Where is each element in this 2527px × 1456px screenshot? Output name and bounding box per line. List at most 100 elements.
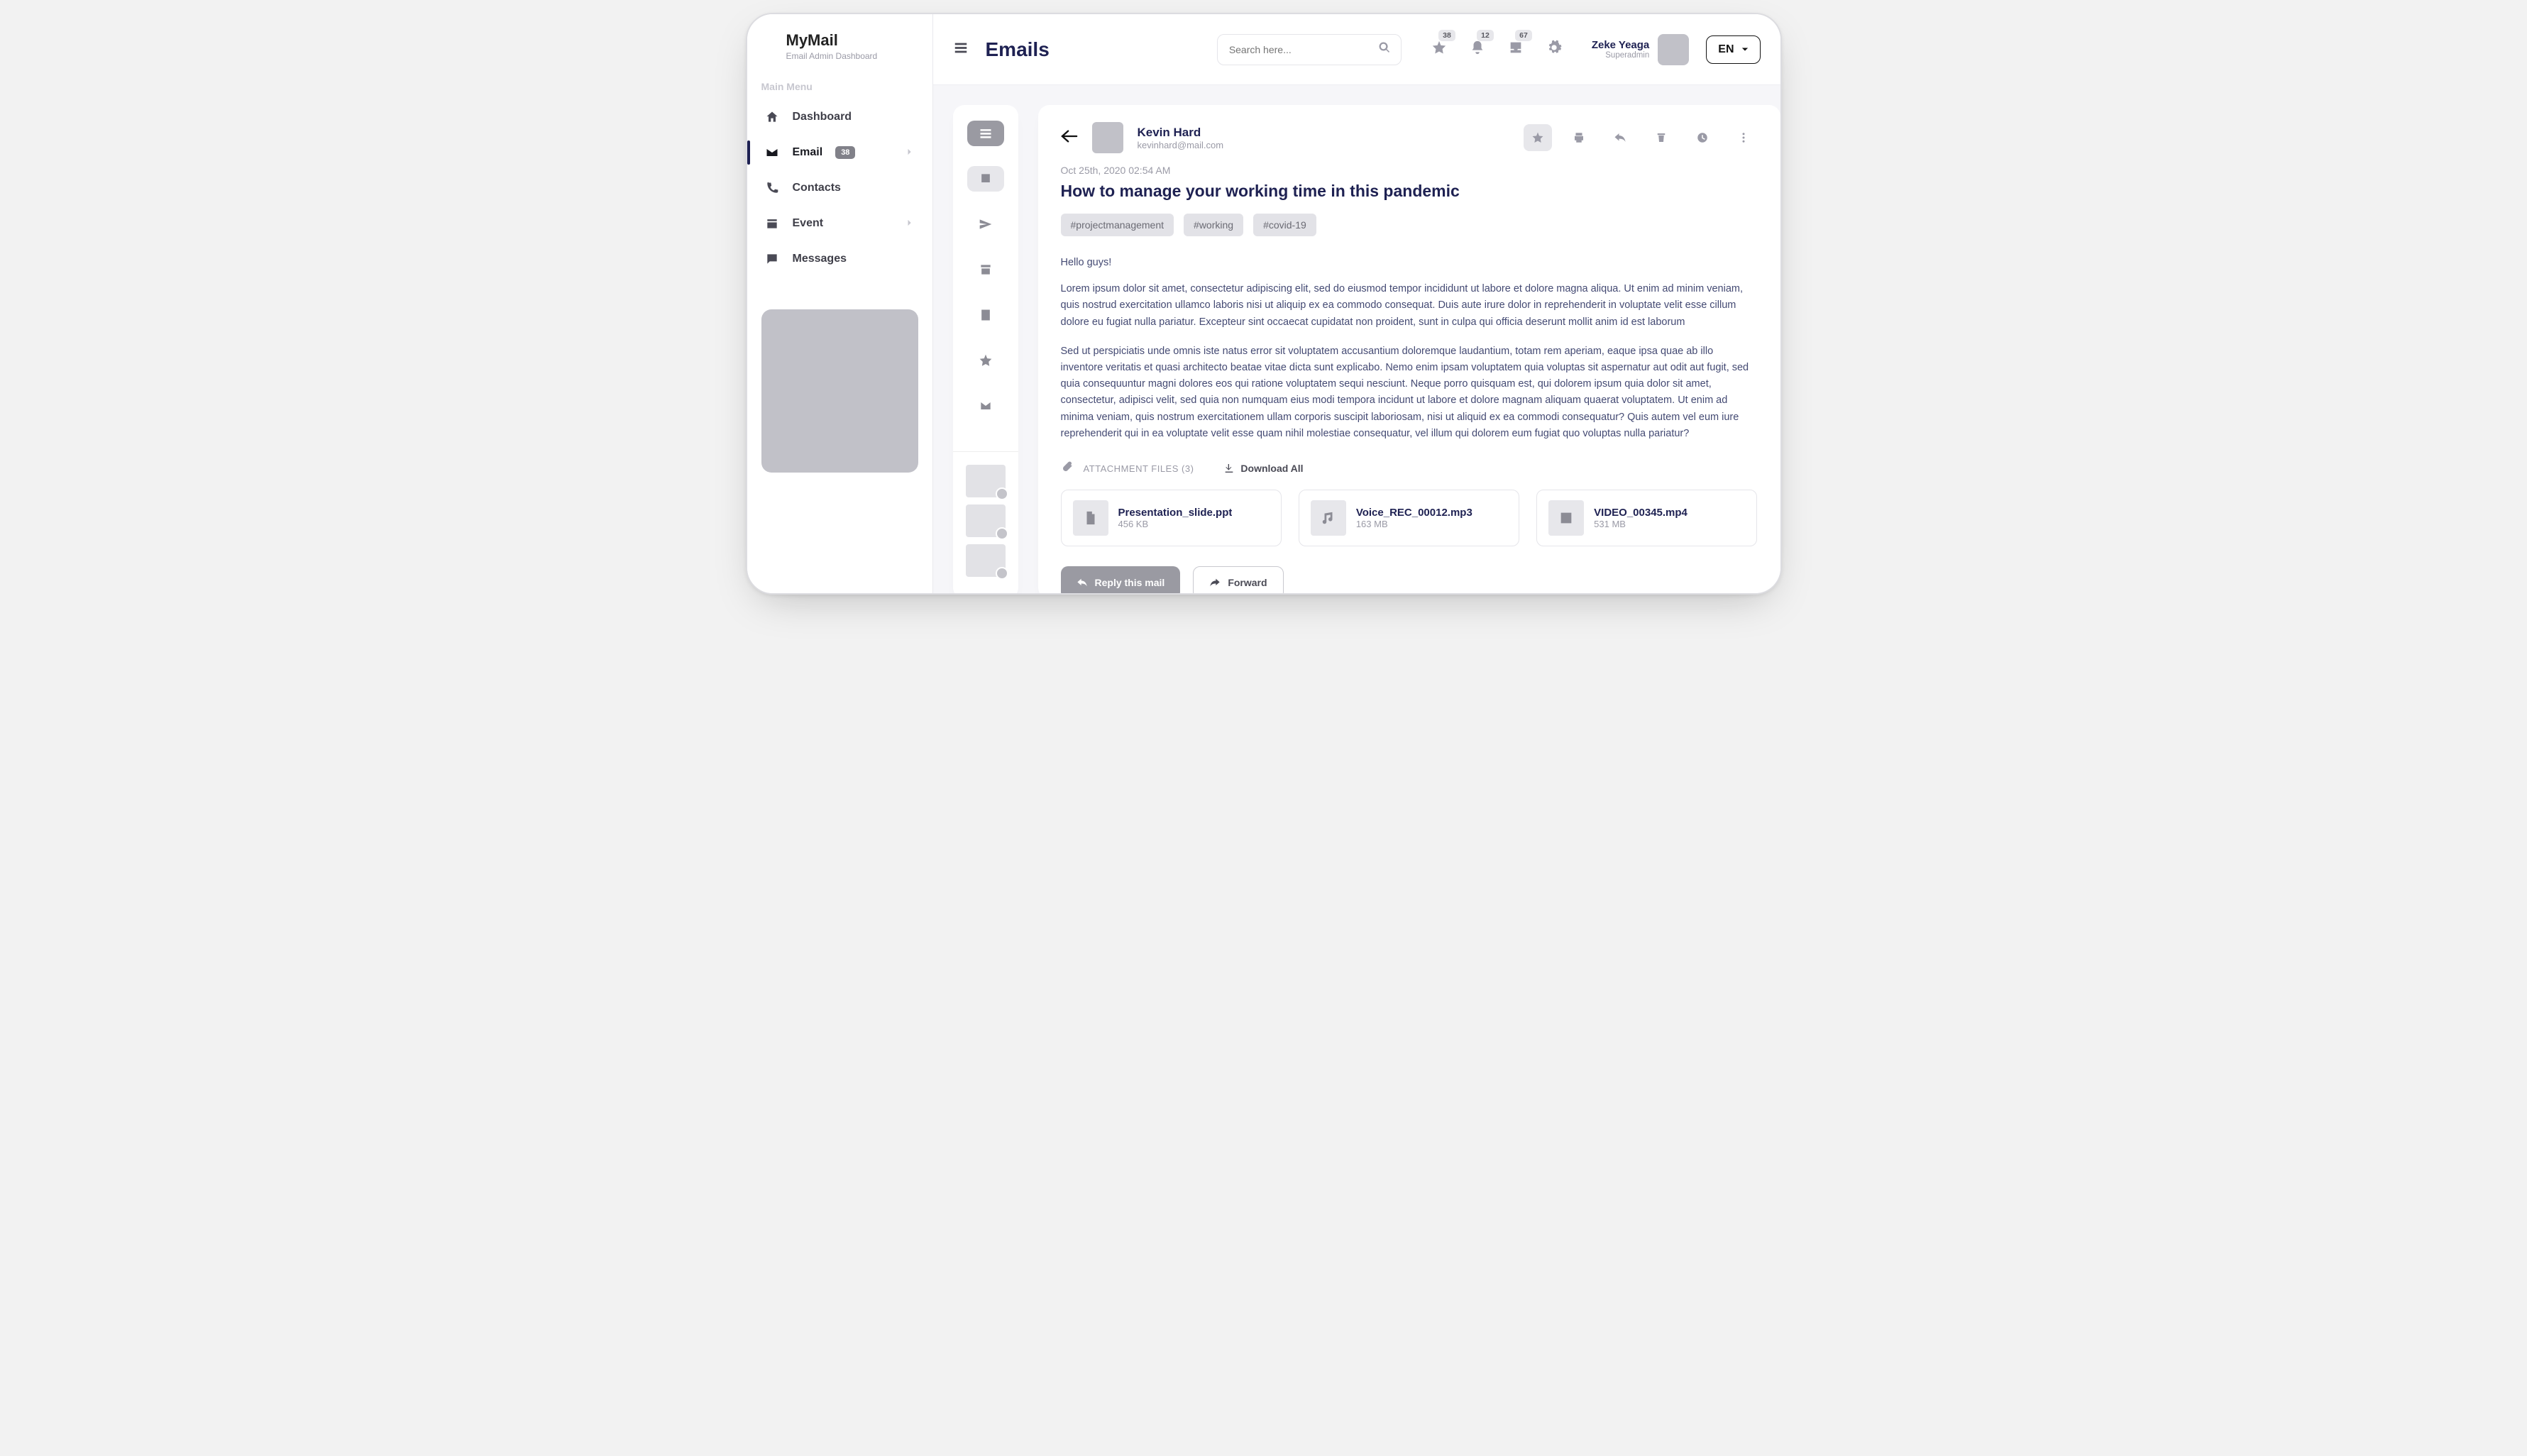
attachments-row: Presentation_slide.ppt 456 KB Voice_REC_… — [1061, 490, 1758, 546]
music-icon — [1311, 500, 1346, 536]
mail-paragraph: Sed ut perspiciatis unde omnis iste natu… — [1061, 343, 1758, 442]
mail-header: Kevin Hard kevinhard@mail.com — [1061, 122, 1758, 153]
reply-button[interactable] — [1606, 124, 1634, 151]
brand-name: MyMail — [786, 31, 918, 50]
tag[interactable]: #projectmanagement — [1061, 214, 1174, 236]
video-icon — [1548, 500, 1584, 536]
topbar: Emails 38 12 67 — [933, 14, 1780, 85]
forward-icon — [1209, 577, 1221, 588]
attachment-name: VIDEO_00345.mp4 — [1594, 507, 1688, 519]
language-selector[interactable]: EN — [1706, 35, 1760, 64]
tag[interactable]: #covid-19 — [1253, 214, 1316, 236]
print-button[interactable] — [1565, 124, 1593, 151]
delete-button[interactable] — [1647, 124, 1675, 151]
download-icon — [1223, 463, 1235, 474]
app-frame: MyMail Email Admin Dashboard Main Menu D… — [746, 13, 1782, 595]
chat-icon — [764, 251, 780, 267]
gear-icon[interactable] — [1546, 40, 1562, 59]
user-role: Superadmin — [1592, 51, 1649, 60]
attachment-size: 531 MB — [1594, 519, 1688, 529]
brand: MyMail Email Admin Dashboard — [761, 31, 918, 61]
attachments-title: ATTACHMENT FILES (3) — [1084, 463, 1194, 474]
rail-thumb[interactable] — [966, 504, 1006, 537]
chevron-right-icon — [907, 217, 913, 230]
sidebar: MyMail Email Admin Dashboard Main Menu D… — [747, 14, 933, 595]
rail-thumb[interactable] — [966, 465, 1006, 497]
rail-thumb[interactable] — [966, 544, 1006, 577]
mail-timestamp: Oct 25th, 2020 02:54 AM — [1061, 165, 1758, 176]
hamburger-icon[interactable] — [953, 40, 969, 59]
rail-spam[interactable] — [967, 393, 1004, 419]
topbar-notifications[interactable]: 12 — [1470, 40, 1485, 59]
sidebar-item-dashboard[interactable]: Dashboard — [761, 101, 918, 133]
search-icon — [1378, 41, 1391, 57]
topbar-favorites[interactable]: 38 — [1431, 40, 1447, 59]
file-icon — [1073, 500, 1108, 536]
mail-paragraph: Lorem ipsum dolor sit amet, consectetur … — [1061, 281, 1758, 331]
tag[interactable]: #working — [1184, 214, 1243, 236]
rail-inbox[interactable] — [967, 166, 1004, 192]
favorite-button[interactable] — [1524, 124, 1552, 151]
sender-avatar — [1092, 122, 1123, 153]
attachment-name: Presentation_slide.ppt — [1118, 507, 1233, 519]
attachment-card[interactable]: Voice_REC_00012.mp3 163 MB — [1299, 490, 1519, 546]
sidebar-item-label: Event — [793, 217, 824, 230]
user-block[interactable]: Zeke Yeaga Superadmin — [1592, 34, 1689, 65]
sender-info: Kevin Hard kevinhard@mail.com — [1138, 126, 1224, 150]
topbar-icons: 38 12 67 — [1431, 40, 1562, 59]
sidebar-item-messages[interactable]: Messages — [761, 243, 918, 275]
attachment-name: Voice_REC_00012.mp3 — [1356, 507, 1472, 519]
sidebar-item-label: Contacts — [793, 182, 841, 194]
brand-subtitle: Email Admin Dashboard — [786, 51, 918, 61]
attachment-card[interactable]: Presentation_slide.ppt 456 KB — [1061, 490, 1282, 546]
mail-subject: How to manage your working time in this … — [1061, 182, 1758, 201]
mail-greeting: Hello guys! — [1061, 255, 1758, 271]
forward-mail-button[interactable]: Forward — [1193, 566, 1283, 595]
attachment-card[interactable]: VIDEO_00345.mp4 531 MB — [1536, 490, 1757, 546]
reply-icon — [1077, 577, 1088, 588]
rail-favorite[interactable] — [967, 348, 1004, 373]
user-name: Zeke Yeaga — [1592, 39, 1649, 51]
reply-mail-button[interactable]: Reply this mail — [1061, 566, 1181, 595]
paperclip-icon — [1061, 460, 1074, 477]
sender-name: Kevin Hard — [1138, 126, 1224, 140]
sidebar-widget-placeholder — [761, 309, 918, 473]
chevron-right-icon — [907, 146, 913, 159]
download-all-label: Download All — [1240, 463, 1303, 474]
main: Emails 38 12 67 — [933, 14, 1780, 595]
mail-pane: Kevin Hard kevinhard@mail.com Oct 25th, … — [1038, 105, 1780, 595]
nav: Dashboard Email 38 Contacts Event Messag… — [761, 101, 918, 275]
topbar-inbox[interactable]: 67 — [1508, 40, 1524, 59]
email-count-badge: 38 — [835, 146, 855, 159]
attachments-header: ATTACHMENT FILES (3) Download All — [1061, 460, 1758, 477]
home-icon — [764, 109, 780, 125]
snooze-button[interactable] — [1688, 124, 1717, 151]
rail-draft[interactable] — [967, 302, 1004, 328]
sidebar-item-email[interactable]: Email 38 — [761, 136, 918, 169]
sidebar-item-label: Email — [793, 146, 823, 159]
sidebar-item-label: Messages — [793, 253, 847, 265]
envelope-icon — [764, 145, 780, 160]
page-title: Emails — [986, 38, 1050, 61]
sidebar-item-event[interactable]: Event — [761, 207, 918, 240]
forward-button-label: Forward — [1228, 577, 1267, 588]
search-input[interactable] — [1217, 34, 1402, 65]
content: Kevin Hard kevinhard@mail.com Oct 25th, … — [933, 85, 1780, 595]
mail-actions — [1524, 124, 1758, 151]
notifications-count: 12 — [1477, 30, 1494, 41]
inbox-count: 67 — [1515, 30, 1532, 41]
back-arrow-icon[interactable] — [1061, 130, 1078, 146]
phone-icon — [764, 180, 780, 196]
calendar-icon — [764, 216, 780, 231]
sidebar-item-label: Dashboard — [793, 111, 852, 123]
mail-action-buttons: Reply this mail Forward — [1061, 566, 1758, 595]
language-value: EN — [1718, 43, 1734, 56]
rail-menu[interactable] — [967, 121, 1004, 146]
rail-sent[interactable] — [967, 211, 1004, 237]
download-all-button[interactable]: Download All — [1223, 463, 1303, 474]
attachment-size: 456 KB — [1118, 519, 1233, 529]
more-button[interactable] — [1729, 124, 1758, 151]
search-field[interactable] — [1228, 43, 1378, 56]
rail-archive[interactable] — [967, 257, 1004, 282]
sidebar-item-contacts[interactable]: Contacts — [761, 172, 918, 204]
